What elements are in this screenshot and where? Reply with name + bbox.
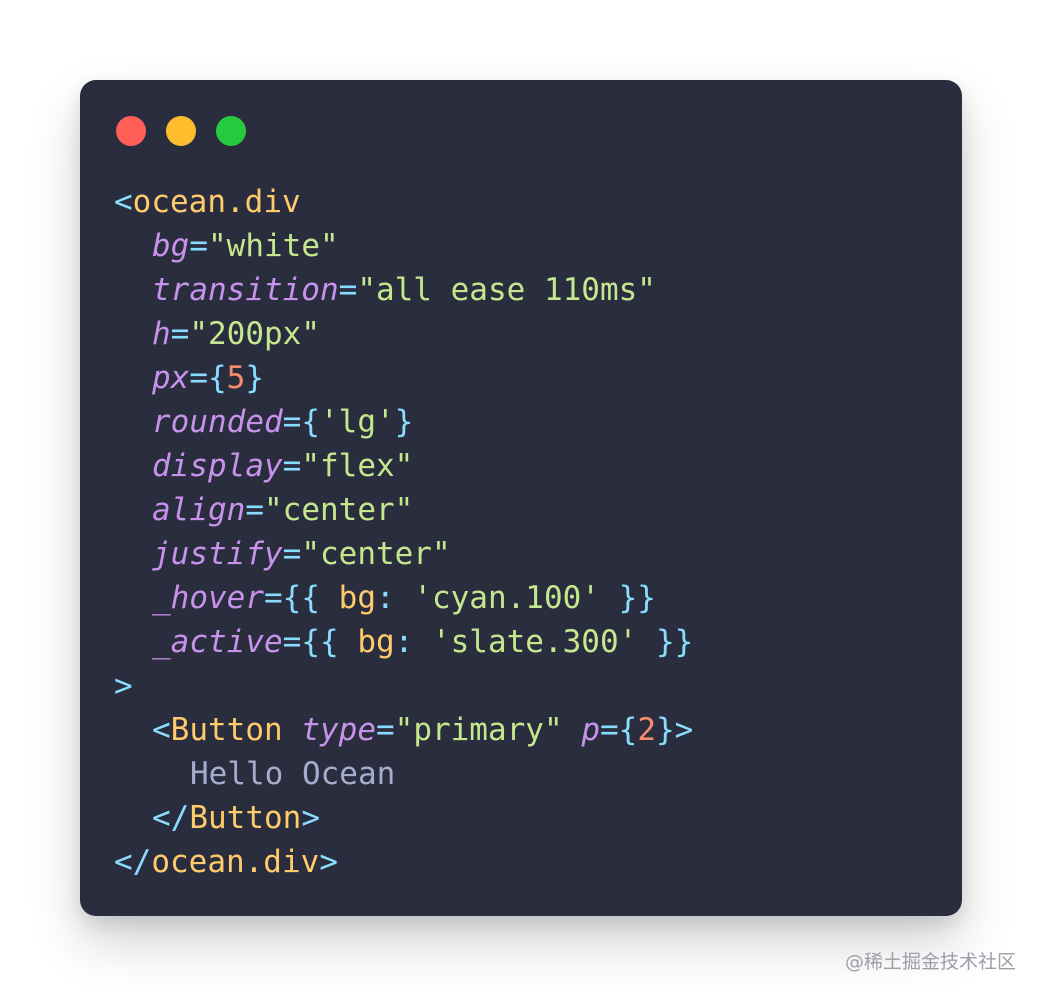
code-token: {{ <box>282 580 339 616</box>
code-token: _active <box>152 624 283 660</box>
code-token: bg <box>338 580 376 616</box>
code-line: justify="center" <box>114 532 942 576</box>
code-token: = <box>599 712 619 748</box>
code-token: } <box>394 404 414 440</box>
code-token: 'lg' <box>320 404 395 440</box>
code-token: ocean.div <box>132 184 301 220</box>
code-token: _hover <box>152 580 264 616</box>
code-token: = <box>170 316 190 352</box>
code-token: type <box>301 712 376 748</box>
code-line: > <box>114 664 942 708</box>
code-token: = <box>245 492 264 528</box>
watermark: @稀土掘金技术社区 <box>844 951 1016 973</box>
code-block: <ocean.div bg="white" transition="all ease… <box>114 180 942 884</box>
code-line: bg="white" <box>114 224 942 268</box>
code-token: }} <box>599 580 656 616</box>
code-line: _hover={{ bg: 'cyan.100' }} <box>114 576 942 620</box>
code-token: > <box>114 668 133 704</box>
code-line: h="200px" <box>114 312 942 356</box>
code-token: : <box>394 624 432 660</box>
code-token: p <box>581 712 600 748</box>
code-token: = <box>282 536 302 572</box>
code-token: display <box>152 448 283 484</box>
code-token: 5 <box>226 360 246 396</box>
code-token: = <box>338 272 358 308</box>
code-line: px={5} <box>114 356 942 400</box>
code-token: "center" <box>301 536 451 572</box>
code-line: </Button> <box>114 796 942 840</box>
code-line: _active={{ bg: 'slate.300' }} <box>114 620 942 664</box>
code-line: display="flex" <box>114 444 942 488</box>
code-token: ocean.div <box>151 844 320 880</box>
code-token: { <box>208 360 227 396</box>
code-token: = <box>189 360 208 396</box>
code-token: } <box>245 360 265 396</box>
code-token: }> <box>656 712 694 748</box>
code-token: "flex" <box>301 448 414 484</box>
code-line: transition="all ease 110ms" <box>114 268 942 312</box>
code-token: = <box>282 624 302 660</box>
code-token: > <box>301 800 320 836</box>
code-token: = <box>263 580 283 616</box>
code-line: align="center" <box>114 488 942 532</box>
minimize-dot[interactable] <box>166 116 196 146</box>
code-token: < <box>114 184 133 220</box>
code-token: h <box>152 316 171 352</box>
code-line: <Button type="primary" p={2}> <box>114 708 942 752</box>
code-token: </ <box>114 844 152 880</box>
code-token: </ <box>152 800 190 836</box>
code-token: { <box>301 404 320 440</box>
maximize-dot[interactable] <box>216 116 246 146</box>
code-window: <ocean.div bg="white" transition="all ease… <box>80 80 962 916</box>
code-line: </ocean.div> <box>114 840 942 884</box>
code-token: = <box>375 712 395 748</box>
code-token: align <box>152 492 246 528</box>
code-token: { <box>618 712 638 748</box>
code-token: transition <box>152 272 339 308</box>
code-token: 2 <box>637 712 656 748</box>
code-token: Button <box>170 712 283 748</box>
code-token: px <box>152 360 190 396</box>
code-token: }} <box>637 624 694 660</box>
code-token: = <box>282 404 302 440</box>
code-line: <ocean.div <box>114 180 942 224</box>
code-token: "200px" <box>189 316 320 352</box>
code-token: {{ <box>301 624 358 660</box>
code-token: : <box>375 580 414 616</box>
code-token: 'cyan.100' <box>413 580 600 616</box>
code-token: Hello Ocean <box>190 756 396 792</box>
code-token: > <box>319 844 338 880</box>
code-token: bg <box>357 624 395 660</box>
code-token: = <box>189 228 208 264</box>
code-token: bg <box>152 228 190 264</box>
code-token: "center" <box>264 492 414 528</box>
code-token: rounded <box>152 404 283 440</box>
code-token: "white" <box>208 228 339 264</box>
code-token: justify <box>152 536 283 572</box>
code-line: Hello Ocean <box>114 752 942 796</box>
code-token: "all ease 110ms" <box>357 272 656 308</box>
code-token: "primary" <box>394 712 563 748</box>
code-token: = <box>282 448 302 484</box>
code-token: < <box>152 712 171 748</box>
code-token: 'slate.300' <box>431 624 638 660</box>
code-line: rounded={'lg'} <box>114 400 942 444</box>
code-token: Button <box>189 800 302 836</box>
close-dot[interactable] <box>116 116 146 146</box>
